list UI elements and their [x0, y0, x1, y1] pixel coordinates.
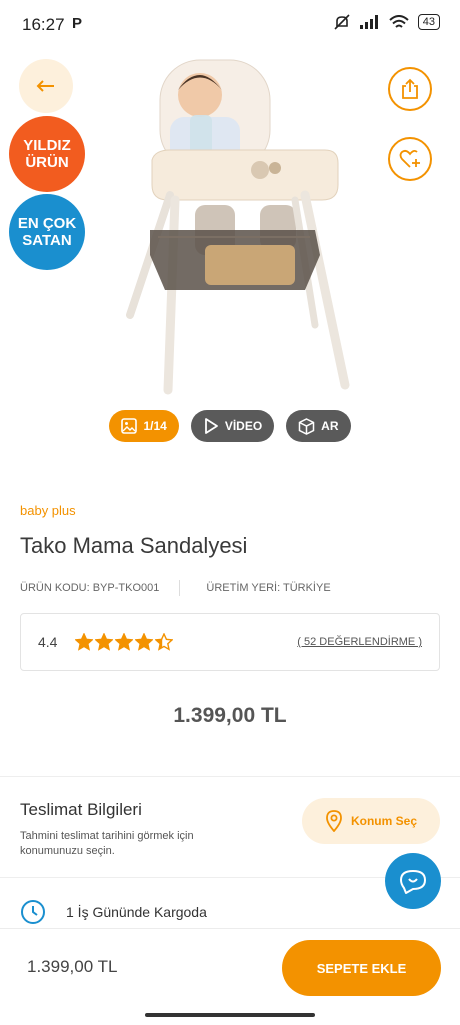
gallery-count: 1/14	[143, 419, 167, 433]
select-location-button[interactable]: Konum Seç	[302, 798, 440, 844]
product-price: 1.399,00 TL	[173, 704, 287, 727]
rating-value: 4.4	[38, 634, 58, 650]
video-button[interactable]: VİDEO	[190, 410, 275, 442]
best-seller-badge: EN ÇOK SATAN	[9, 194, 85, 270]
media-buttons: 1/14 VİDEO AR	[0, 410, 460, 442]
product-origin: ÜRETİM YERİ: TÜRKİYE	[206, 582, 331, 594]
gallery-button[interactable]: 1/14	[109, 410, 179, 442]
meta-divider	[179, 580, 181, 596]
heart-add-icon	[399, 149, 420, 168]
rating-stars	[75, 633, 174, 651]
back-arrow-icon	[36, 80, 54, 92]
product-image[interactable]	[110, 55, 360, 405]
bottom-price: 1.399,00 TL	[27, 957, 118, 976]
brand-link[interactable]: baby plus	[20, 503, 76, 518]
star-icon	[115, 633, 134, 651]
ar-label: AR	[321, 419, 339, 433]
badge-star-line2: ÜRÜN	[25, 154, 69, 171]
star-icon	[135, 633, 154, 651]
home-indicator[interactable]	[145, 1013, 315, 1017]
share-button[interactable]	[388, 67, 432, 111]
shipping-text: 1 İş Gününde Kargoda	[66, 904, 207, 920]
back-button[interactable]	[19, 59, 73, 113]
video-label: VİDEO	[224, 419, 263, 433]
battery-indicator: 43	[417, 14, 440, 30]
divider	[0, 776, 460, 777]
mute-icon	[334, 14, 350, 30]
image-icon	[121, 418, 138, 434]
play-icon	[204, 418, 218, 434]
product-title: Tako Mama Sandalyesi	[20, 533, 248, 558]
chat-icon	[400, 870, 426, 894]
badge-star-line1: YILDIZ	[23, 137, 71, 154]
rating-box: 4.4 ( 52 DEĞERLENDİRME )	[20, 613, 440, 671]
star-icon	[155, 633, 174, 651]
location-pin-icon	[326, 810, 342, 832]
share-icon	[402, 78, 418, 99]
status-bar: 16:27 P 43	[0, 0, 460, 52]
add-to-cart-button[interactable]: SEPETE EKLE	[282, 940, 441, 996]
signal-icon	[359, 15, 378, 29]
app-notification-icon: P	[72, 15, 83, 32]
delivery-description: Tahmini teslimat tarihini görmek için ko…	[20, 830, 194, 857]
reviews-link[interactable]: ( 52 DEĞERLENDİRME )	[297, 636, 422, 648]
product-meta: ÜRÜN KODU: BYP-TKO001 ÜRETİM YERİ: TÜRKİ…	[20, 580, 331, 596]
badge-best-line2: SATAN	[22, 232, 72, 249]
location-button-label: Konum Seç	[350, 814, 417, 828]
status-icons: 43	[333, 14, 440, 30]
star-icon	[75, 633, 94, 651]
product-code: ÜRÜN KODU: BYP-TKO001	[20, 582, 160, 594]
delivery-title: Teslimat Bilgileri	[20, 800, 142, 819]
shipping-info: 1 İş Gününde Kargoda	[20, 899, 207, 925]
bottom-bar: 1.399,00 TL SEPETE EKLE	[0, 928, 460, 1025]
cube-icon	[298, 417, 315, 435]
star-product-badge: YILDIZ ÜRÜN	[9, 116, 85, 192]
badge-best-line1: EN ÇOK	[17, 215, 77, 232]
chat-button[interactable]	[385, 853, 441, 909]
ar-button[interactable]: AR	[286, 410, 351, 442]
clock-icon	[21, 900, 45, 924]
wifi-icon	[389, 14, 409, 28]
status-time: 16:27	[22, 15, 65, 34]
star-icon	[95, 633, 114, 651]
add-to-favorites-button[interactable]	[388, 137, 432, 181]
